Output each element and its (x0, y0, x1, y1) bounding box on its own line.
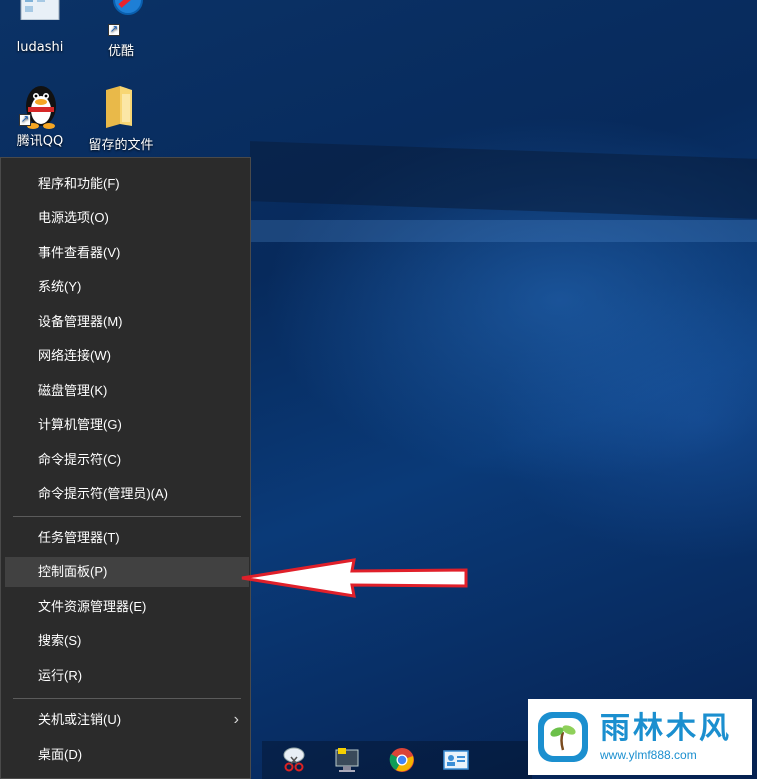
menu-item-label: 控制面板(P) (38, 564, 108, 579)
youku-icon: ↗ (98, 0, 144, 36)
menu-item-label: 设备管理器(M) (38, 314, 123, 329)
menu-item-label: 桌面(D) (38, 747, 83, 762)
menu-divider (13, 698, 241, 699)
annotation-arrow-icon (241, 558, 468, 598)
desktop-icon-label: 优酷 (107, 44, 134, 59)
menu-item-label: 命令提示符(管理员)(A) (38, 486, 168, 501)
snipping-tool-icon[interactable] (274, 742, 314, 778)
menu-item-desktop[interactable]: 桌面(D) (5, 740, 249, 770)
menu-item-label: 网络连接(W) (38, 348, 111, 363)
menu-item-label: 命令提示符(C) (38, 452, 122, 467)
menu-item-label: 电源选项(O) (38, 210, 109, 225)
menu-item-command-prompt[interactable]: 命令提示符(C) (5, 445, 249, 475)
menu-item-label: 系统(Y) (38, 279, 82, 294)
chrome-icon[interactable] (382, 742, 422, 778)
ludashi-icon (17, 0, 63, 36)
menu-item-network-connections[interactable]: 网络连接(W) (5, 341, 249, 371)
menu-item-label: 计算机管理(G) (38, 417, 122, 432)
menu-item-label: 运行(R) (38, 668, 83, 683)
desktop-icon-label: 留存的文件 (88, 138, 154, 153)
chevron-right-icon: › (233, 711, 239, 728)
menu-item-label: 文件资源管理器(E) (38, 599, 147, 614)
qq-penguin-icon: ↗ (17, 80, 63, 129)
menu-item-label: 搜索(S) (38, 633, 82, 648)
folder-icon (98, 84, 144, 130)
ylmf-logo-icon (536, 710, 590, 764)
menu-item-device-manager[interactable]: 设备管理器(M) (5, 307, 249, 337)
taskbar-pinned-apps (262, 741, 532, 779)
menu-item-label: 任务管理器(T) (38, 530, 120, 545)
menu-item-disk-management[interactable]: 磁盘管理(K) (5, 376, 249, 406)
menu-item-shutdown-signout[interactable]: 关机或注销(U) › (5, 705, 249, 735)
contact-card-icon[interactable] (436, 742, 476, 778)
menu-item-task-manager[interactable]: 任务管理器(T) (5, 523, 249, 553)
menu-item-label: 事件查看器(V) (38, 245, 121, 260)
desktop-icon-youku[interactable]: ↗ 优酷 (86, 0, 156, 59)
desktop-icon-label: ludashi (16, 40, 64, 55)
monitor-app-icon[interactable] (328, 742, 368, 778)
menu-item-system[interactable]: 系统(Y) (5, 272, 249, 302)
menu-item-run[interactable]: 运行(R) (5, 661, 249, 691)
menu-item-file-explorer[interactable]: 文件资源管理器(E) (5, 592, 249, 622)
menu-item-power-options[interactable]: 电源选项(O) (5, 203, 249, 233)
menu-item-label: 程序和功能(F) (38, 176, 120, 191)
menu-item-label: 关机或注销(U) (38, 712, 122, 727)
desktop-icon-label: 腾讯QQ (16, 134, 64, 149)
menu-item-programs-features[interactable]: 程序和功能(F) (5, 169, 249, 199)
wallpaper-light-streak (250, 220, 757, 242)
watermark-title: 雨林木风 (600, 711, 732, 746)
wallpaper-light-band (250, 141, 757, 219)
menu-divider (13, 516, 241, 517)
menu-item-control-panel[interactable]: 控制面板(P) (5, 557, 249, 587)
winx-context-menu: 程序和功能(F) 电源选项(O) 事件查看器(V) 系统(Y) 设备管理器(M)… (0, 157, 251, 779)
desktop-icon-folder[interactable]: 留存的文件 (86, 84, 156, 153)
shortcut-arrow-icon: ↗ (108, 24, 120, 36)
menu-item-label: 磁盘管理(K) (38, 383, 108, 398)
watermark-logo: 雨林木风 www.ylmf888.com (528, 699, 752, 775)
menu-item-computer-management[interactable]: 计算机管理(G) (5, 410, 249, 440)
desktop-icon-ludashi[interactable]: ludashi (5, 0, 75, 55)
desktop-icon-qq[interactable]: ↗ 腾讯QQ (5, 80, 75, 149)
watermark-url: www.ylmf888.com (600, 748, 697, 762)
menu-item-command-prompt-admin[interactable]: 命令提示符(管理员)(A) (5, 479, 249, 509)
watermark-text: 雨林木风 www.ylmf888.com (600, 711, 732, 763)
menu-item-event-viewer[interactable]: 事件查看器(V) (5, 238, 249, 268)
shortcut-arrow-icon: ↗ (19, 114, 31, 126)
menu-item-search[interactable]: 搜索(S) (5, 626, 249, 656)
